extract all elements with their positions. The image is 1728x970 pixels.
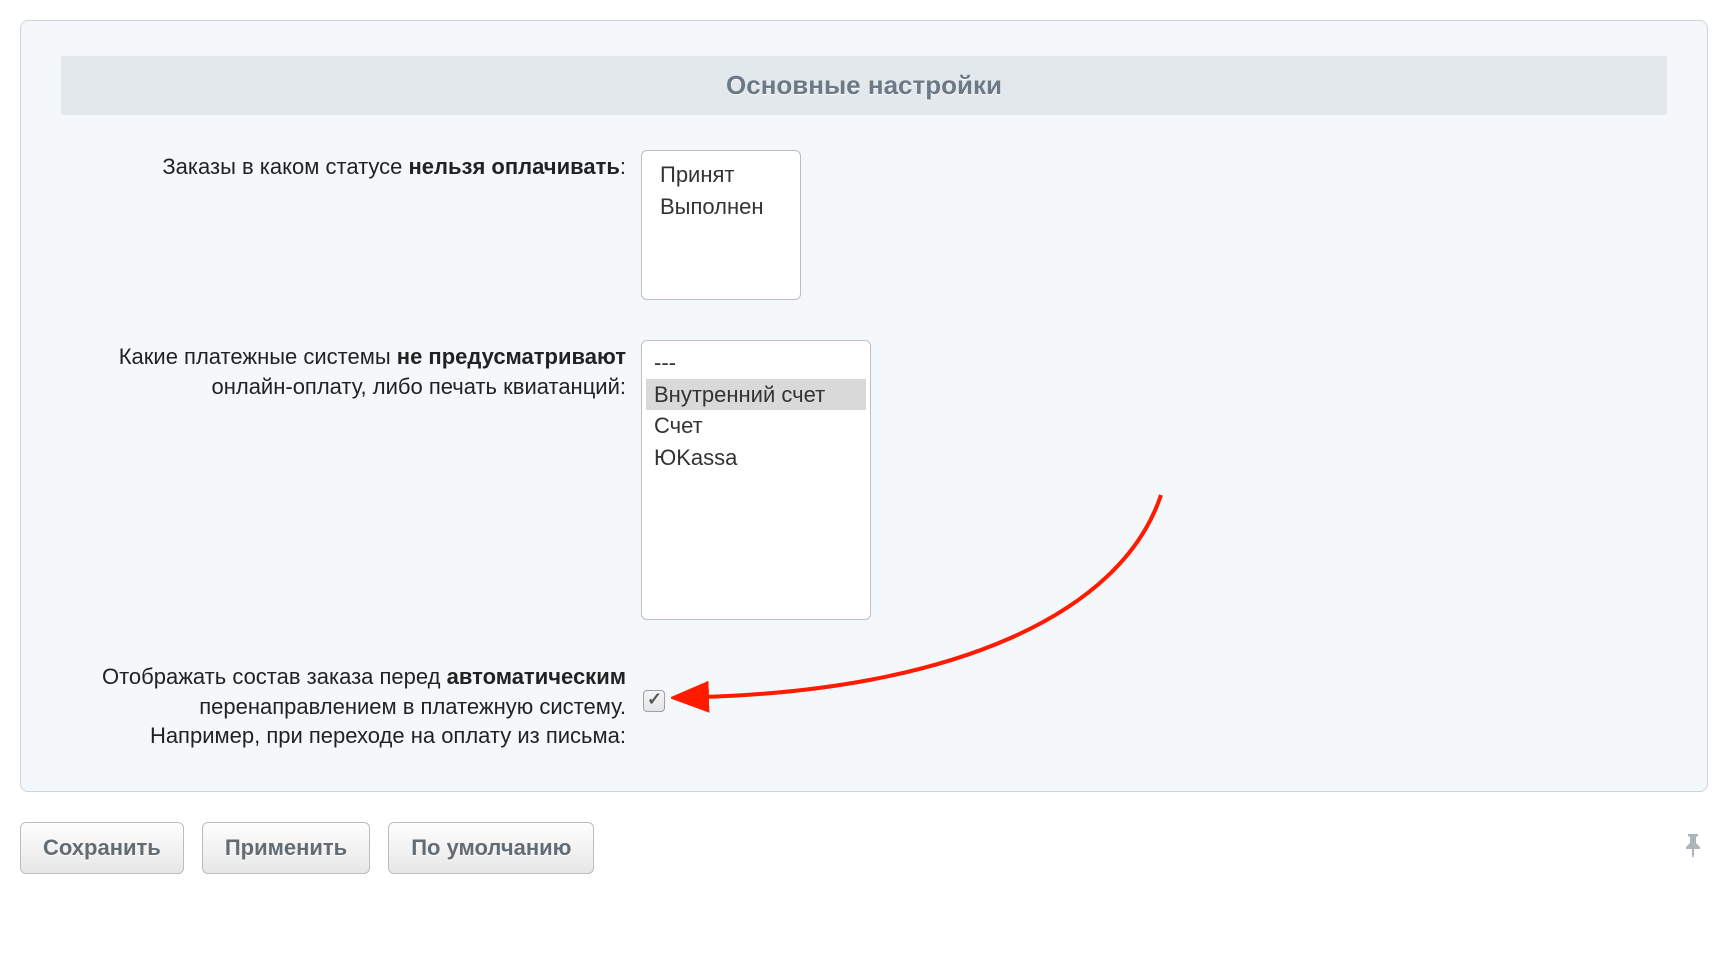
list-item[interactable]: Счет [646, 410, 866, 442]
save-button[interactable]: Сохранить [20, 822, 184, 874]
settings-panel: Основные настройки Заказы в каком статус… [20, 20, 1708, 792]
label-payment-systems: Какие платежные системы не предусматрива… [61, 340, 641, 620]
label-status-block: Заказы в каком статусе нельзя оплачивать… [61, 150, 641, 300]
label-ps-post: онлайн-оплату, либо печать квиатанций: [211, 374, 626, 399]
label-show-order: Отображать состав заказа перед автоматич… [61, 660, 641, 751]
label-status-post: : [620, 154, 626, 179]
label-so-bold: автоматическим [447, 664, 626, 689]
list-item[interactable]: Принят [652, 159, 790, 191]
label-status-bold: нельзя оплачивать [409, 154, 620, 179]
buttons-row: Сохранить Применить По умолчанию [20, 822, 1708, 874]
row-status-block: Заказы в каком статусе нельзя оплачивать… [61, 150, 1667, 300]
list-item[interactable]: --- [646, 347, 866, 379]
label-ps-bold: не предусматривают [397, 344, 626, 369]
checkbox-show-order[interactable] [643, 690, 665, 712]
row-show-order: Отображать состав заказа перед автоматич… [61, 660, 1667, 751]
list-item[interactable]: Внутренний счет [646, 379, 866, 411]
label-ps-pre: Какие платежные системы [119, 344, 397, 369]
listbox-status[interactable]: ПринятВыполнен [641, 150, 801, 300]
label-status-pre: Заказы в каком статусе [162, 154, 408, 179]
apply-button[interactable]: Применить [202, 822, 370, 874]
list-item[interactable]: Выполнен [652, 191, 790, 223]
row-payment-systems: Какие платежные системы не предусматрива… [61, 340, 1667, 620]
section-title: Основные настройки [61, 56, 1667, 115]
pin-icon[interactable] [1684, 832, 1708, 865]
label-so-line2: перенаправлением в платежную систему. [199, 694, 626, 719]
list-item[interactable]: ЮKassa [646, 442, 866, 474]
label-so-pre: Отображать состав заказа перед [102, 664, 447, 689]
default-button[interactable]: По умолчанию [388, 822, 594, 874]
listbox-payment-systems[interactable]: ---Внутренний счетСчетЮKassa [641, 340, 871, 620]
label-so-line3: Например, при переходе на оплату из пись… [150, 723, 626, 748]
